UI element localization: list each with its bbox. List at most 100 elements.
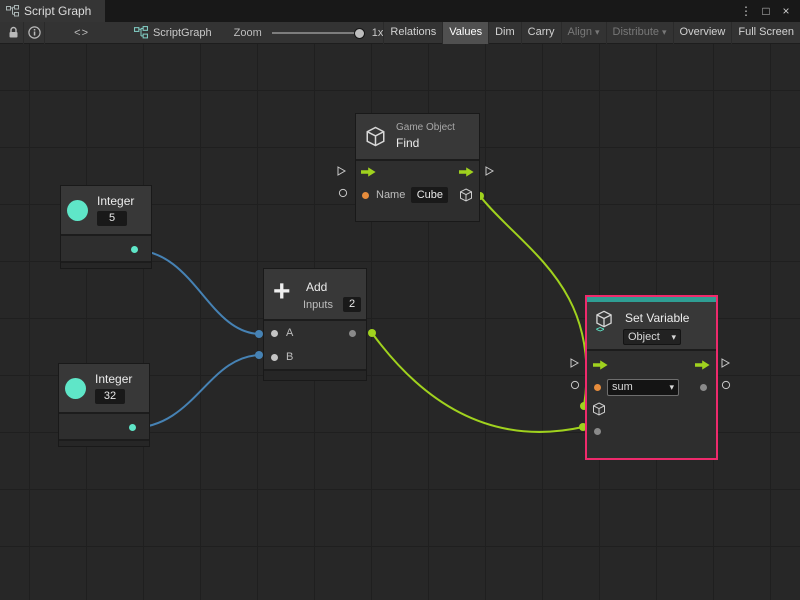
code-icon: <> [74, 27, 89, 39]
graph-name: ScriptGraph [153, 27, 212, 39]
script-graph-window: Script Graph ⋮ □ × <> [0, 0, 800, 600]
node-title: Integer [97, 194, 134, 208]
node-set-variable[interactable]: <> Set Variable Object ▾ [585, 295, 718, 460]
window-menu-icon[interactable]: ⋮ [738, 4, 754, 18]
dropdown-arrow-icon: ▾ [662, 27, 667, 37]
integer-type-icon [65, 378, 86, 399]
variable-name-value: sum [612, 381, 633, 393]
zoom-slider-knob[interactable] [354, 28, 365, 39]
node-integer-5[interactable]: Integer 5 [60, 185, 152, 269]
output-value-port[interactable] [700, 384, 707, 391]
node-title: Set Variable [625, 311, 689, 325]
wire-end-dot [368, 329, 376, 337]
graph-breadcrumb[interactable]: ScriptGraph [134, 26, 212, 39]
window-close-icon[interactable]: × [778, 4, 794, 18]
wire-add-to-setvariable-value[interactable] [372, 333, 583, 432]
input-b-port[interactable] [271, 354, 278, 361]
sum-output-port[interactable] [349, 330, 356, 337]
wire-integer5-to-add-a[interactable] [133, 250, 261, 334]
gameobject-output-port[interactable] [459, 188, 473, 202]
input-a-label: A [286, 327, 293, 339]
code-view-button[interactable]: <> [67, 22, 96, 44]
zoom-control: Zoom 1x [234, 26, 384, 40]
control-out-port-outline[interactable] [485, 166, 494, 176]
inputs-count-field[interactable]: 2 [343, 297, 361, 312]
distribute-label: Distribute [613, 26, 659, 38]
toolbar-button-values[interactable]: Values [442, 22, 488, 44]
node-title: Find [396, 136, 419, 150]
param-label: Name [376, 189, 405, 201]
input-a-row: A [264, 321, 366, 345]
integer-value-field[interactable]: 5 [97, 211, 127, 226]
toolbar-button-overview[interactable]: Overview [673, 22, 732, 44]
input-a-port[interactable] [271, 330, 278, 337]
control-in-port-outline[interactable] [337, 166, 346, 176]
value-in-port-outline[interactable] [570, 380, 580, 390]
object-target-port[interactable] [592, 402, 606, 416]
toolbar-button-dim[interactable]: Dim [488, 22, 521, 44]
node-title: Add [306, 280, 327, 294]
lock-icon [8, 26, 19, 39]
zoom-value: 1x [372, 27, 384, 39]
value-in-port-outline[interactable] [338, 188, 348, 198]
toolbar-button-distribute[interactable]: Distribute▾ [606, 22, 673, 44]
info-button[interactable] [24, 22, 45, 44]
toolbar-button-align[interactable]: Align▾ [561, 22, 606, 44]
variable-scope-dropdown[interactable]: Object ▾ [623, 329, 681, 345]
input-b-label: B [286, 351, 293, 363]
name-value-field[interactable]: Cube [411, 187, 448, 203]
titlebar: Script Graph ⋮ □ × [0, 0, 800, 22]
toolbar-button-carry[interactable]: Carry [521, 22, 561, 44]
wire-integer32-to-add-b[interactable] [131, 355, 261, 428]
gameobject-cube-icon [365, 126, 386, 147]
control-in-arrow-icon[interactable] [593, 360, 608, 370]
toolbar-button-relations[interactable]: Relations [383, 22, 442, 44]
scope-value: Object [628, 331, 660, 343]
node-integer-32[interactable]: Integer 32 [58, 363, 150, 447]
value-input-port[interactable] [594, 428, 601, 435]
integer-type-icon [67, 200, 88, 221]
dropdown-arrow-icon: ▾ [671, 332, 676, 343]
input-b-row: B [264, 345, 366, 369]
tab-script-graph[interactable]: Script Graph [0, 0, 105, 22]
node-title: Integer [95, 372, 132, 386]
script-graph-icon [6, 5, 19, 17]
integer-value-field[interactable]: 32 [95, 389, 125, 404]
control-out-arrow-icon[interactable] [695, 360, 710, 370]
zoom-slider[interactable] [272, 26, 364, 40]
toolbar-button-fullscreen[interactable]: Full Screen [731, 22, 800, 44]
set-variable-icon: <> [595, 310, 613, 331]
integer-output-port[interactable] [129, 424, 136, 431]
lock-button[interactable] [3, 22, 24, 44]
variable-name-port[interactable] [594, 384, 601, 391]
graph-asset-icon [134, 26, 148, 39]
add-icon: + [273, 270, 291, 314]
window-controls: ⋮ □ × [738, 0, 800, 22]
node-footer [264, 369, 366, 380]
tab-title: Script Graph [24, 4, 91, 18]
variable-name-dropdown[interactable]: sum ▾ [607, 379, 679, 396]
object-target-row [587, 398, 716, 420]
control-port-row [587, 354, 716, 376]
wire-end-dot [255, 351, 263, 359]
control-port-row [356, 161, 479, 183]
node-gameobject-find[interactable]: Game Object Find Name Cube [355, 113, 480, 222]
control-out-arrow-icon[interactable] [459, 167, 474, 177]
value-out-port-outline[interactable] [721, 380, 731, 390]
node-add[interactable]: + Add Inputs 2 A B [263, 268, 367, 381]
wire-find-to-setvariable-object[interactable] [480, 196, 587, 406]
control-out-port-outline[interactable] [721, 358, 730, 368]
window-maximize-icon[interactable]: □ [758, 4, 774, 18]
control-in-arrow-icon[interactable] [361, 167, 376, 177]
zoom-slider-track [272, 32, 364, 34]
name-param-row: Name Cube [356, 183, 479, 207]
info-icon [28, 26, 41, 39]
name-input-port[interactable] [362, 192, 369, 199]
graph-canvas[interactable]: Integer 5 Integer 32 [0, 44, 800, 600]
node-footer [59, 439, 149, 446]
integer-output-port[interactable] [131, 246, 138, 253]
control-in-port-outline[interactable] [570, 358, 579, 368]
value-input-row [587, 420, 716, 442]
code-badge: <> [596, 325, 603, 334]
toolbar-toggle-group: Relations Values Dim Carry Align▾ Distri… [383, 22, 800, 44]
